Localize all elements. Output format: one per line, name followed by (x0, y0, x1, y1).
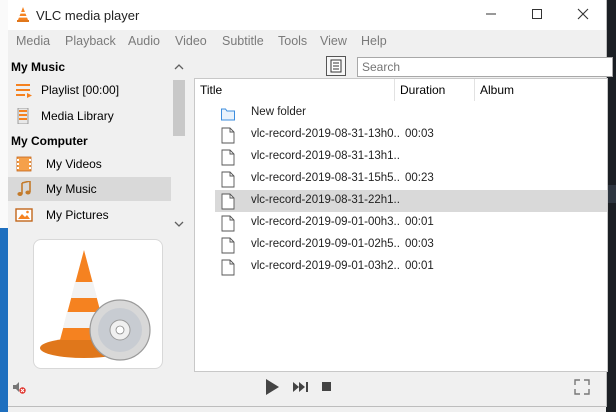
column-header-album[interactable]: Album (475, 79, 607, 101)
playlist-icon (16, 84, 32, 98)
film-icon (16, 156, 32, 172)
chevron-down-icon[interactable] (171, 219, 187, 229)
picture-icon (15, 208, 33, 222)
list-item[interactable]: vlc-record-2019-08-31-13h0... 00:03 (215, 124, 607, 146)
desktop-background-blue (0, 228, 8, 412)
sidebar-scrollbar[interactable] (171, 56, 187, 236)
column-header-duration[interactable]: Duration (395, 79, 475, 101)
sidebar-item-media-library[interactable]: Media Library (8, 104, 171, 128)
next-icon[interactable] (292, 380, 310, 394)
list-item-duration: 00:01 (405, 260, 434, 272)
play-icon[interactable] (264, 378, 280, 396)
menu-playback[interactable]: Playback (65, 34, 116, 48)
file-icon (221, 215, 235, 232)
list-item-title: vlc-record-2019-08-31-13h0... (251, 128, 401, 140)
list-item-duration: 00:03 (405, 128, 434, 140)
file-icon (221, 259, 235, 276)
stop-icon[interactable] (321, 381, 333, 393)
menu-help[interactable]: Help (361, 34, 387, 48)
fullscreen-icon[interactable] (573, 378, 591, 396)
maximize-icon (532, 9, 542, 19)
sidebar-item-label: My Videos (46, 157, 102, 171)
sidebar-item-label: Media Library (41, 109, 114, 123)
list-item-title: New folder (251, 106, 306, 118)
list-item[interactable]: vlc-record-2019-08-31-15h5... 00:23 (215, 168, 607, 190)
sidebar-item-label: My Music (46, 182, 97, 196)
minimize-icon (486, 13, 496, 15)
file-icon (221, 149, 235, 166)
list-view-icon (330, 59, 342, 73)
playback-controls (8, 372, 606, 406)
list-item-selected[interactable]: vlc-record-2019-08-31-22h1... (215, 190, 607, 212)
speaker-muted-icon[interactable] (12, 380, 26, 394)
list-item-title: vlc-record-2019-09-01-03h2... (251, 260, 401, 272)
sidebar: My Music Playlist [00:00] Media Library … (8, 56, 185, 370)
sidebar-scrollbar-thumb[interactable] (173, 80, 185, 136)
sidebar-item-label: Playlist [00:00] (41, 83, 120, 97)
list-item[interactable]: vlc-record-2019-08-31-13h1... (215, 146, 607, 168)
window-title: VLC media player (36, 8, 140, 23)
sidebar-item-my-music[interactable]: My Music (8, 177, 171, 201)
list-item[interactable]: vlc-record-2019-09-01-03h2... 00:01 (215, 256, 607, 278)
media-library-icon (17, 108, 29, 124)
sidebar-item-label: My Pictures (46, 208, 109, 222)
minimize-button[interactable] (468, 0, 514, 30)
list-item-title: vlc-record-2019-09-01-00h3... (251, 216, 401, 228)
list-item-duration: 00:03 (405, 238, 434, 250)
list-item-title: vlc-record-2019-08-31-15h5... (251, 172, 401, 184)
menu-audio[interactable]: Audio (128, 34, 160, 48)
sidebar-section-my-music: My Music (11, 60, 66, 74)
chevron-up-icon[interactable] (171, 62, 187, 72)
sidebar-item-my-videos[interactable]: My Videos (8, 152, 171, 176)
menu-bar: Media Playback Audio Video Subtitle Tool… (8, 30, 606, 52)
file-icon (221, 171, 235, 188)
file-icon (221, 193, 235, 210)
vlc-window: VLC media player Media Playback Audio Vi… (8, 0, 613, 407)
playlist-view-button[interactable] (326, 56, 346, 76)
folder-icon (221, 108, 235, 121)
media-list: Title Duration Album New folder vlc-reco… (194, 78, 608, 372)
file-icon (221, 237, 235, 254)
album-art (33, 239, 163, 369)
vlc-cone-icon (17, 7, 29, 22)
list-item[interactable]: vlc-record-2019-09-01-00h3... 00:01 (215, 212, 607, 234)
list-item-title: vlc-record-2019-09-01-02h5... (251, 238, 401, 250)
menu-subtitle[interactable]: Subtitle (222, 34, 264, 48)
list-item-title: vlc-record-2019-08-31-22h1... (251, 194, 401, 206)
sidebar-section-my-computer: My Computer (11, 134, 88, 148)
close-icon (577, 8, 589, 20)
column-header-title[interactable]: Title (195, 79, 395, 101)
list-item-duration: 00:01 (405, 216, 434, 228)
file-icon (221, 127, 235, 144)
list-item-folder[interactable]: New folder (215, 102, 607, 124)
close-button[interactable] (560, 0, 606, 30)
maximize-button[interactable] (514, 0, 560, 30)
search-input[interactable] (357, 57, 613, 77)
sidebar-item-my-pictures[interactable]: My Pictures (8, 203, 171, 227)
list-item-title: vlc-record-2019-08-31-13h1... (251, 150, 401, 162)
list-item[interactable]: vlc-record-2019-09-01-02h5... 00:03 (215, 234, 607, 256)
sidebar-item-playlist[interactable]: Playlist [00:00] (8, 78, 171, 102)
menu-view[interactable]: View (320, 34, 347, 48)
music-note-icon (17, 181, 31, 196)
menu-tools[interactable]: Tools (278, 34, 307, 48)
title-bar: VLC media player (8, 0, 606, 30)
list-item-duration: 00:23 (405, 172, 434, 184)
menu-media[interactable]: Media (16, 34, 50, 48)
menu-video[interactable]: Video (175, 34, 207, 48)
vlc-cone-artwork-icon (40, 250, 151, 361)
